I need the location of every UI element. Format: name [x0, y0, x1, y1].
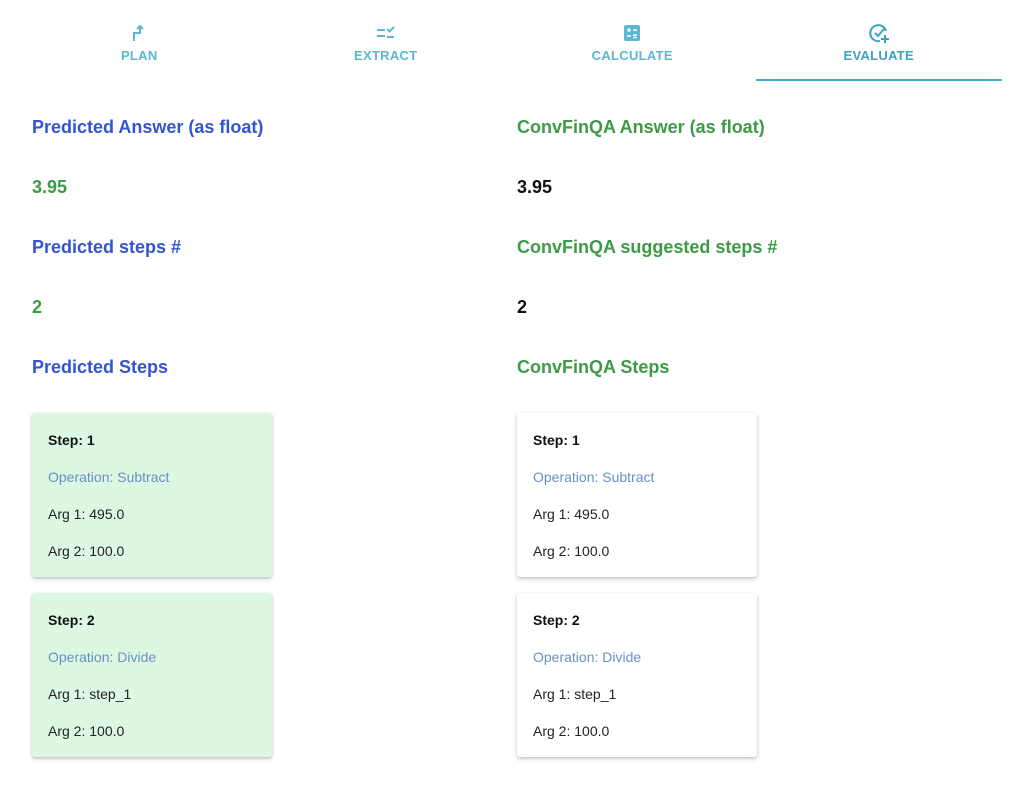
- reference-steps-heading: ConvFinQA Steps: [517, 357, 670, 377]
- step-arg1: Arg 1: step_1: [533, 686, 617, 702]
- predicted-step-card: Step: 1 Operation: Subtract Arg 1: 495.0…: [32, 413, 272, 577]
- step-arg1: Arg 1: 495.0: [48, 506, 125, 522]
- predicted-steps-heading: Predicted Steps: [32, 357, 169, 377]
- tab-label: PLAN: [120, 48, 158, 63]
- step-arg1: Arg 1: step_1: [48, 686, 132, 702]
- reference-step-card: Step: 1 Operation: Subtract Arg 1: 495.0…: [517, 413, 757, 577]
- tab-label: EVALUATE: [843, 48, 915, 63]
- step-number: Step: 1: [48, 432, 95, 448]
- step-arg1: Arg 1: 495.0: [533, 506, 610, 522]
- list-check-icon: [376, 26, 395, 38]
- step-arg2: Arg 2: 100.0: [48, 543, 125, 559]
- reference-steps-count-heading: ConvFinQA suggested steps #: [517, 237, 778, 257]
- tab-label: CALCULATE: [591, 48, 673, 63]
- predicted-answer-value: 3.95: [32, 177, 68, 197]
- predicted-steps-count-heading: Predicted steps #: [32, 237, 182, 257]
- step-arg2: Arg 2: 100.0: [48, 723, 125, 739]
- predicted-step-card: Step: 2 Operation: Divide Arg 1: step_1 …: [32, 593, 272, 757]
- step-operation: Operation: Subtract: [48, 469, 170, 485]
- tab-extract[interactable]: EXTRACT: [263, 0, 510, 81]
- reference-answer-value: 3.95: [517, 177, 553, 197]
- step-arg2: Arg 2: 100.0: [533, 543, 610, 559]
- step-arg2: Arg 2: 100.0: [533, 723, 610, 739]
- reference-steps-count-value: 2: [517, 297, 528, 317]
- check-circle-plus-icon: [869, 24, 889, 43]
- tab-bar: PLAN EXTRACT CALCULATE EVALUATE: [16, 0, 1002, 81]
- step-number: Step: 2: [48, 612, 95, 628]
- tab-evaluate[interactable]: EVALUATE: [755, 0, 1003, 81]
- step-operation: Operation: Subtract: [533, 469, 655, 485]
- tab-calculate[interactable]: CALCULATE: [509, 0, 756, 81]
- predicted-answer-heading: Predicted Answer (as float): [32, 117, 264, 137]
- tab-plan[interactable]: PLAN: [16, 0, 263, 81]
- predicted-steps-count-value: 2: [32, 297, 43, 317]
- step-number: Step: 1: [533, 432, 580, 448]
- calculator-icon: [624, 25, 641, 41]
- reference-step-card: Step: 2 Operation: Divide Arg 1: step_1 …: [517, 593, 757, 757]
- reference-answer-heading: ConvFinQA Answer (as float): [517, 117, 765, 137]
- step-number: Step: 2: [533, 612, 580, 628]
- step-operation: Operation: Divide: [48, 649, 157, 665]
- route-arrow-icon: [133, 24, 144, 41]
- tab-label: EXTRACT: [354, 48, 418, 63]
- step-operation: Operation: Divide: [533, 649, 642, 665]
